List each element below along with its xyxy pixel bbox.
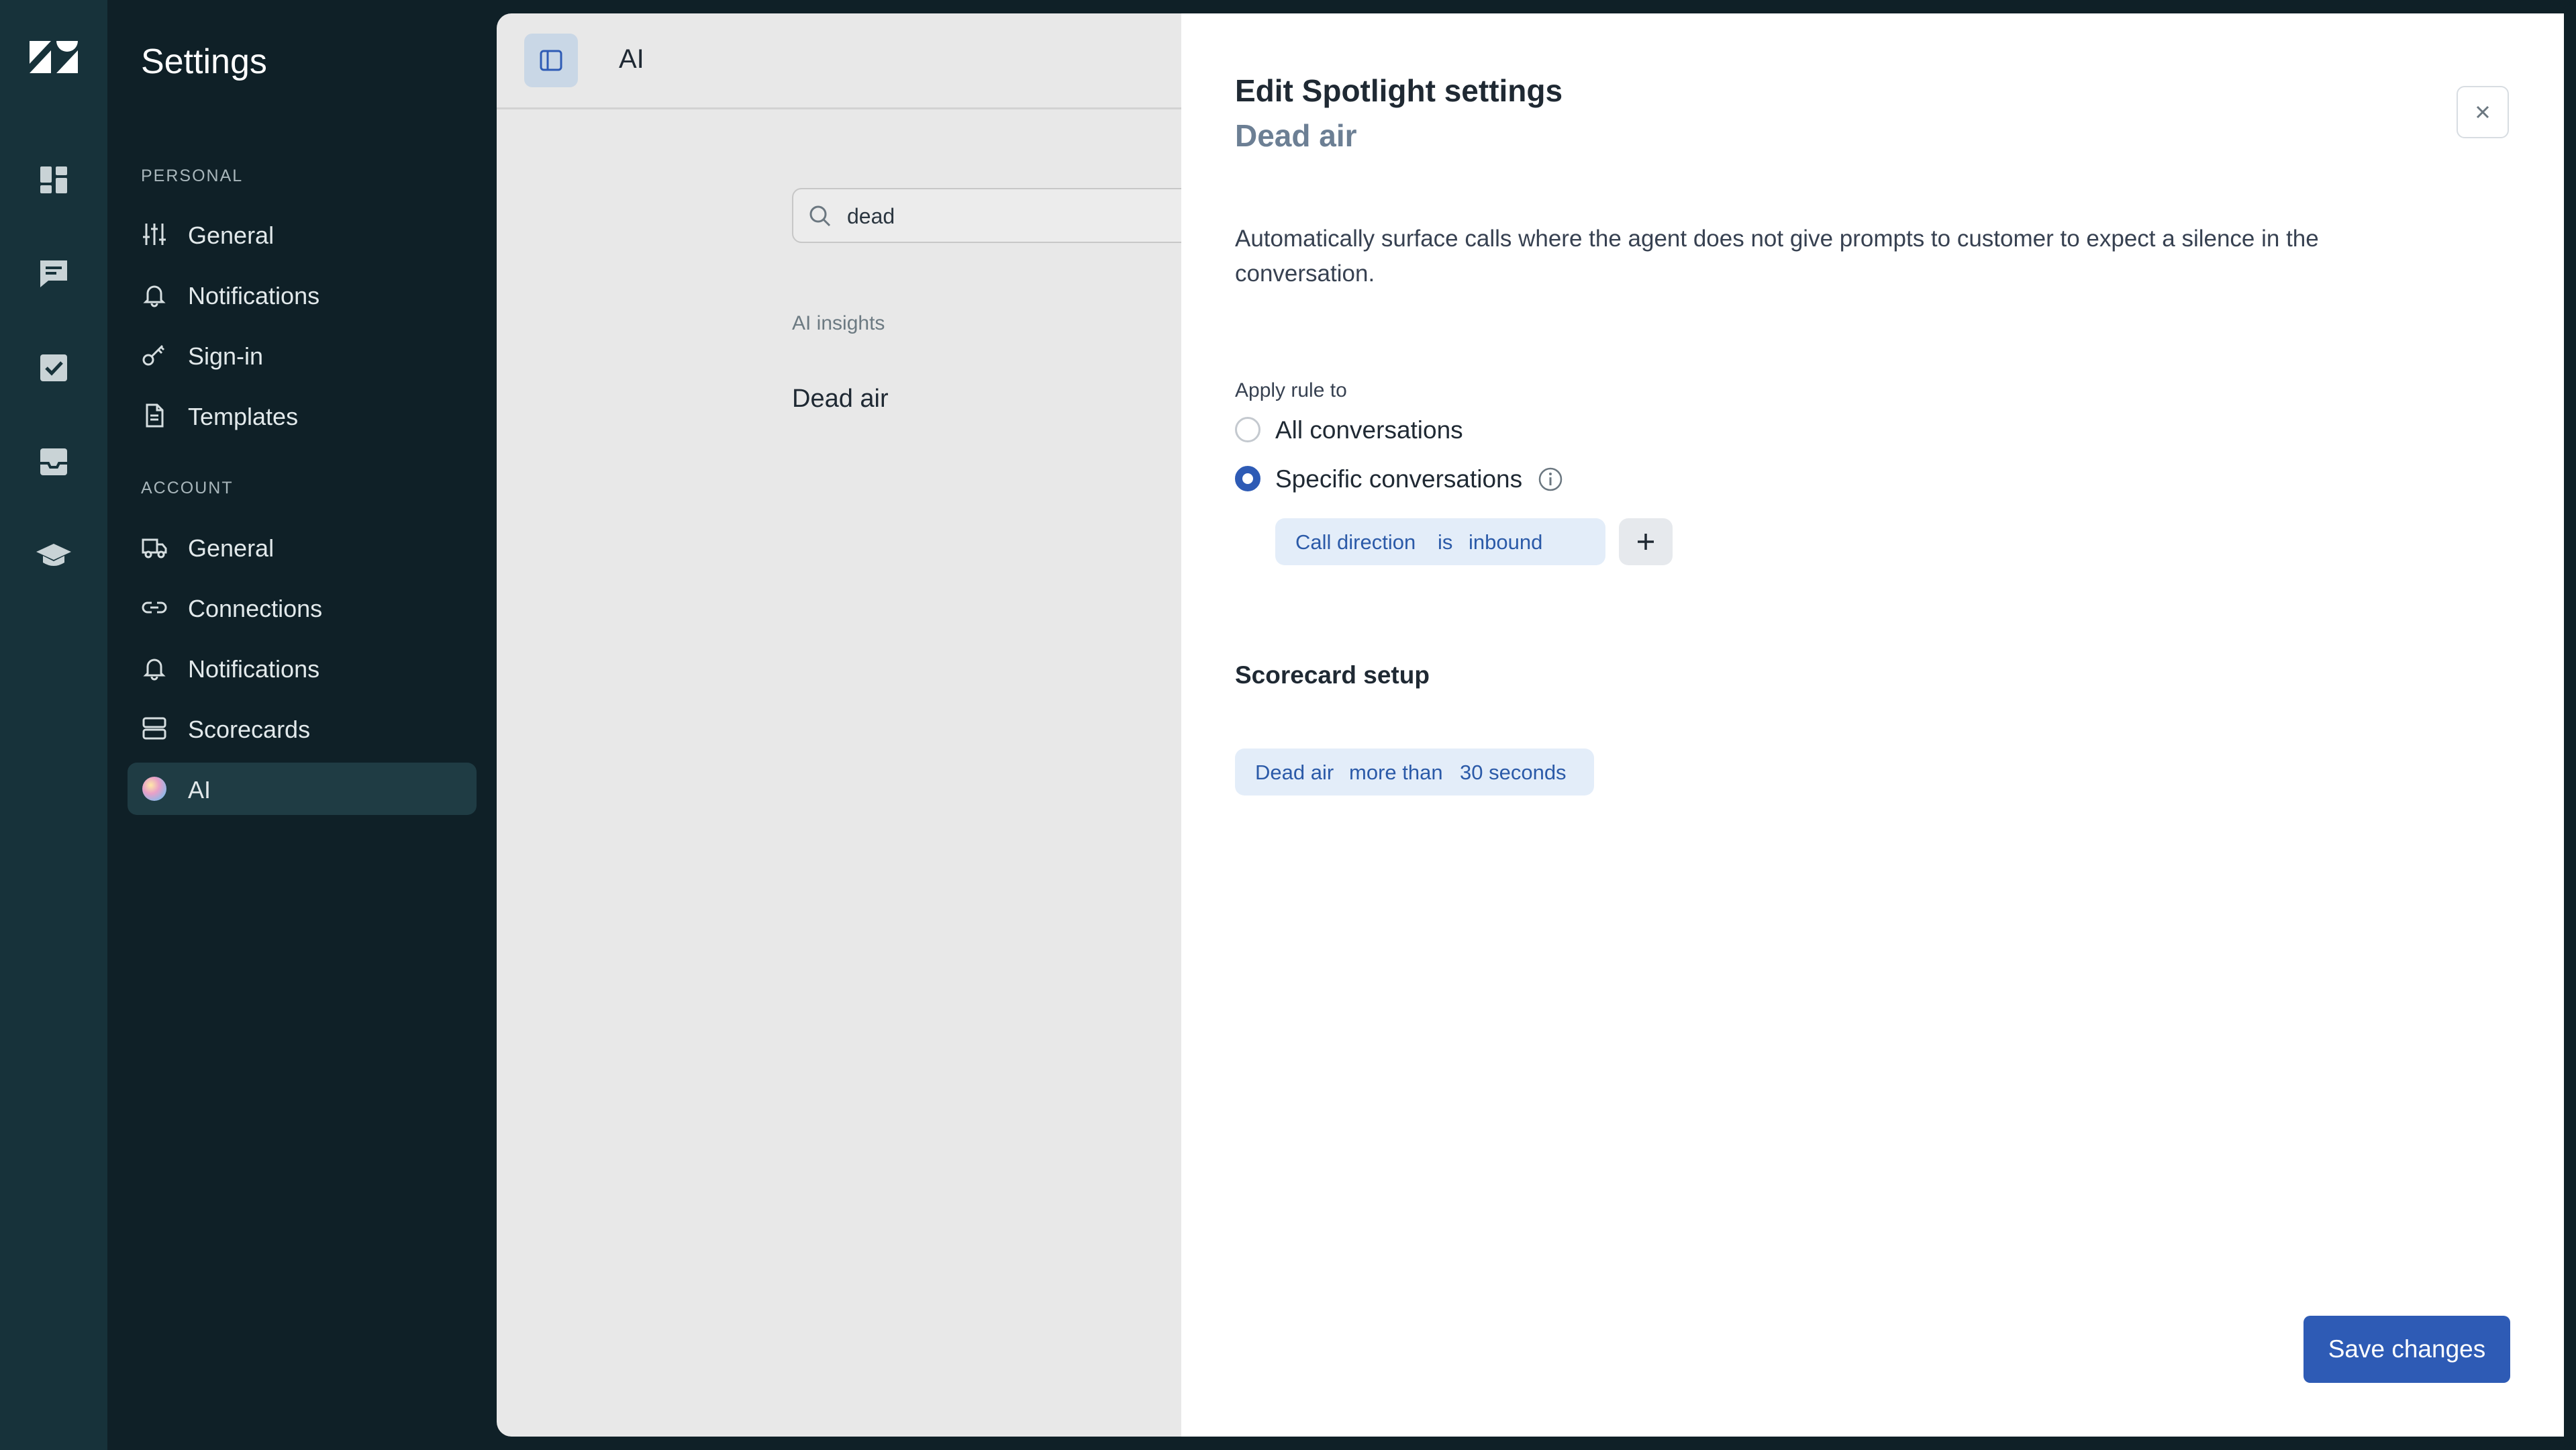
dashboard-icon[interactable] <box>34 160 74 200</box>
sliders-icon <box>143 224 166 245</box>
truck-icon <box>142 538 167 559</box>
key-icon <box>142 344 165 366</box>
scorecard-rule-chip[interactable]: Dead air more than 30 seconds <box>1235 748 1594 795</box>
option-label-all[interactable]: All conversations <box>1275 416 1463 444</box>
chat-icon[interactable] <box>34 254 74 294</box>
radio-specific-conversations[interactable] <box>1235 466 1260 491</box>
scorecard-setup-title: Scorecard setup <box>1235 661 1430 689</box>
sidebar-item-ai[interactable]: AI <box>128 763 477 815</box>
sidebar-item-label: Connections <box>188 595 323 622</box>
link-icon <box>142 601 167 614</box>
document-icon <box>146 403 164 428</box>
option-label-specific[interactable]: Specific conversations <box>1275 465 1522 493</box>
sidebar-item-label: General <box>188 534 275 562</box>
radio-all-conversations[interactable] <box>1235 417 1260 442</box>
sidebar-title: Settings <box>141 42 267 81</box>
close-icon <box>2476 105 2489 119</box>
search-input[interactable]: dead <box>792 188 1181 243</box>
app-rail <box>0 0 107 1450</box>
condition-chip[interactable]: Call direction is inbound <box>1275 518 1672 565</box>
sidebar-item-label: Templates <box>188 403 299 430</box>
sidebar-item-personal-general[interactable]: General <box>128 208 477 260</box>
panel-description: Automatically surface calls where the ag… <box>1235 226 2319 287</box>
panel-toggle-icon <box>540 50 562 71</box>
sidebar-item-label: Sign-in <box>188 342 264 370</box>
scorecard-value: 30 seconds <box>1460 761 1567 784</box>
sidebar-toggle-button[interactable] <box>524 34 578 87</box>
settings-sidebar: Settings PERSONAL General Notifications … <box>107 0 497 1450</box>
insight-item-dead-air[interactable]: Dead air <box>792 385 889 414</box>
inbox-icon[interactable] <box>34 442 74 482</box>
sidebar-item-account-notifications[interactable]: Notifications <box>128 642 477 694</box>
sidebar-item-label: Scorecards <box>188 716 311 743</box>
insights-group-label: AI insights <box>792 312 885 334</box>
check-square-icon[interactable] <box>34 348 74 388</box>
save-changes-button[interactable]: Save changes <box>2303 1316 2510 1383</box>
condition-operator: is <box>1438 530 1453 554</box>
close-button[interactable] <box>2457 86 2509 138</box>
ai-orb-icon <box>142 777 166 801</box>
sidebar-item-account-general[interactable]: General <box>128 521 477 573</box>
sidebar-item-sign-in[interactable]: Sign-in <box>128 329 477 381</box>
apply-rule-label: Apply rule to <box>1235 379 1347 401</box>
zendesk-logo[interactable] <box>27 37 81 77</box>
edit-spotlight-panel: Edit Spotlight settings Dead air Automat… <box>1181 13 2564 1437</box>
sidebar-item-label: Notifications <box>188 655 320 683</box>
sidebar-item-label: Notifications <box>188 282 320 309</box>
info-icon[interactable] <box>1537 466 1564 493</box>
sidebar-item-templates[interactable]: Templates <box>128 389 477 442</box>
bell-icon <box>143 285 166 307</box>
personal-section-label: PERSONAL <box>141 166 244 185</box>
condition-value: inbound <box>1469 530 1543 554</box>
search-icon <box>809 205 831 227</box>
panel-subtitle: Dead air <box>1235 118 1357 153</box>
main-content: AI dead AI insights Dead air <box>497 13 1181 1437</box>
condition-field: Call direction <box>1295 530 1416 554</box>
plus-icon <box>1638 534 1654 550</box>
sidebar-item-label: AI <box>188 776 211 804</box>
page-title: AI <box>619 44 644 74</box>
scorecard-operator: more than <box>1349 761 1443 784</box>
panel-title: Edit Spotlight settings <box>1235 73 1563 108</box>
sidebar-item-personal-notifications[interactable]: Notifications <box>128 269 477 321</box>
server-icon <box>142 717 166 740</box>
account-section-label: ACCOUNT <box>141 479 234 497</box>
sidebar-item-connections[interactable]: Connections <box>128 581 477 634</box>
search-value: dead <box>847 204 895 228</box>
graduation-cap-icon[interactable] <box>34 536 74 576</box>
sidebar-item-scorecards[interactable]: Scorecards <box>128 702 477 755</box>
add-condition-button[interactable] <box>1619 518 1673 565</box>
sidebar-item-label: General <box>188 222 275 249</box>
main-topbar: AI <box>497 13 1181 109</box>
bell-icon <box>143 659 166 681</box>
scorecard-metric: Dead air <box>1255 761 1334 784</box>
